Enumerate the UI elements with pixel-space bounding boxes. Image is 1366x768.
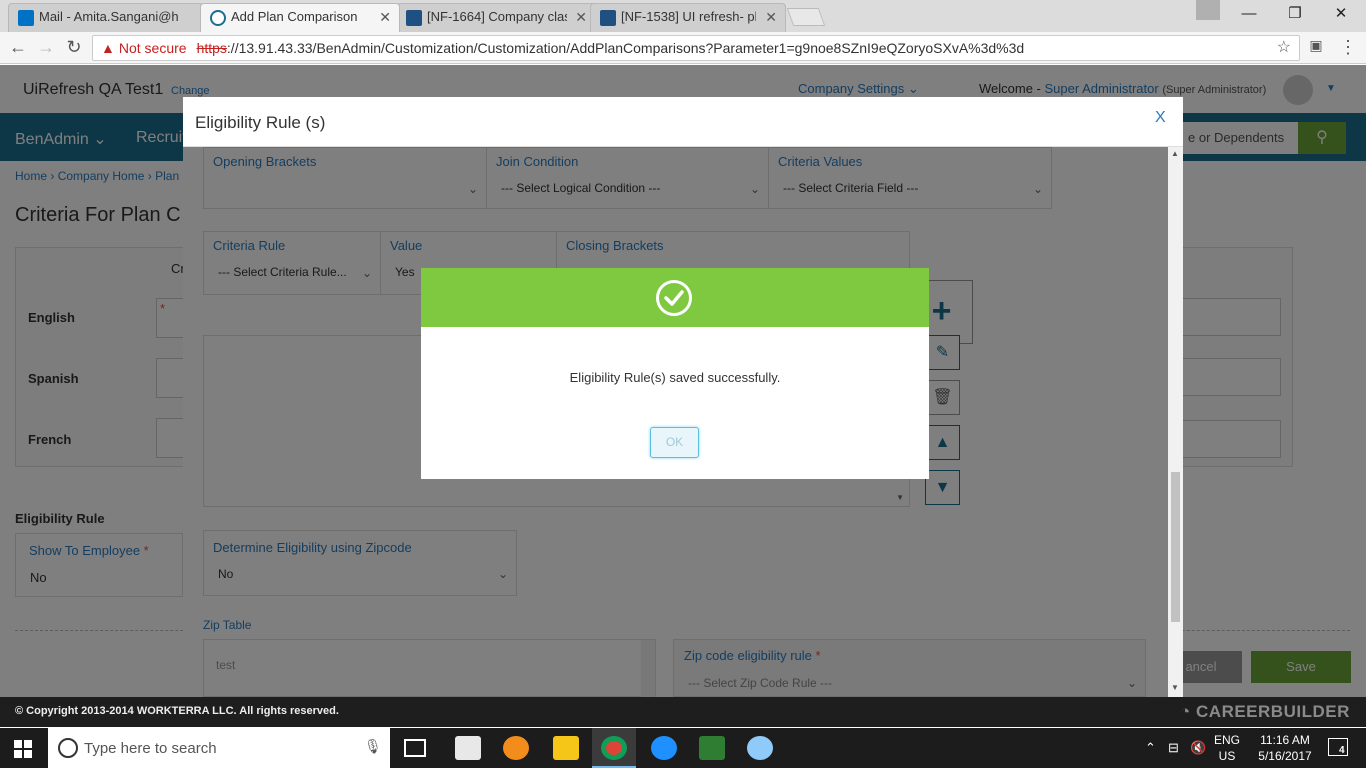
page-icon: [210, 10, 226, 26]
close-tab-icon[interactable]: ✕: [765, 9, 777, 26]
scrollbar-thumb[interactable]: [1171, 472, 1180, 622]
url-text: ://13.91.43.33/BenAdmin/Customization/Cu…: [226, 40, 1025, 56]
taskbar-search-placeholder: Type here to search: [84, 740, 217, 757]
menu-icon[interactable]: ⋮: [1338, 37, 1358, 58]
clock-date: 5/16/2017: [1258, 749, 1312, 763]
success-message: Eligibility Rule(s) saved successfully.: [569, 370, 781, 385]
scroll-down-icon[interactable]: ▼: [1171, 683, 1179, 692]
warning-icon: ▲: [101, 40, 115, 56]
tab-label: [NF-1538] UI refresh- pla: [621, 9, 756, 24]
windows-start-icon[interactable]: [14, 740, 32, 758]
internet-explorer-icon[interactable]: [651, 736, 677, 760]
forward-icon[interactable]: →: [36, 37, 56, 58]
input-language[interactable]: ENG US: [1214, 732, 1240, 764]
footer: © Copyright 2013-2014 WORKTERRA LLC. All…: [0, 697, 1366, 727]
browser-tab-strip: Mail - Amita.Sangani@ha Add Plan Compari…: [0, 0, 1366, 32]
extension-icon[interactable]: ▣: [1306, 37, 1326, 54]
modal-close-button[interactable]: X: [1155, 109, 1166, 127]
region-code: US: [1218, 749, 1236, 763]
address-bar: ← → ↻ ▲ Not secure https://13.91.43.33/Ben…: [0, 32, 1366, 64]
back-icon[interactable]: ←: [8, 37, 28, 58]
minimize-icon[interactable]: —: [1226, 0, 1272, 28]
ok-button[interactable]: OK: [650, 427, 699, 458]
clock-time: 11:16 AM: [1260, 733, 1310, 747]
windows-taskbar: Type here to search 🎙 ⌃ ⊟ 🔇 ENG US 11:16…: [0, 728, 1366, 768]
file-explorer-icon[interactable]: [553, 736, 579, 760]
chrome-icon[interactable]: [601, 736, 627, 760]
system-clock[interactable]: 11:16 AM 5/16/2017: [1250, 732, 1320, 764]
network-icon[interactable]: ⊟: [1168, 740, 1179, 756]
close-tab-icon[interactable]: ✕: [379, 9, 391, 26]
careerbuilder-logo: ◔ CAREERBUILDER: [1180, 702, 1350, 722]
new-tab-button[interactable]: [786, 8, 826, 26]
url-input[interactable]: ▲ Not secure https://13.91.43.33/BenAdmin/…: [92, 35, 1300, 61]
excel-icon[interactable]: [699, 736, 725, 760]
browser-tab-nf-1538[interactable]: [NF-1538] UI refresh- pla ✕: [590, 3, 786, 32]
cortana-icon: [58, 738, 78, 758]
show-hidden-icons-icon[interactable]: ⌃: [1145, 740, 1156, 756]
url-scheme: https: [196, 40, 227, 56]
logo-mark-icon: ◔: [1180, 702, 1191, 721]
success-dialog: Eligibility Rule(s) saved successfully. …: [421, 268, 929, 479]
language-code: ENG: [1214, 733, 1241, 747]
scroll-up-icon[interactable]: ▲: [1171, 149, 1179, 158]
task-view-icon[interactable]: [404, 739, 426, 757]
outlook-icon: [18, 10, 34, 26]
copyright-text: © Copyright 2013-2014 WORKTERRA LLC. All…: [15, 705, 339, 717]
tab-label: Mail - Amita.Sangani@ha: [39, 9, 179, 24]
close-window-icon[interactable]: ✕: [1318, 0, 1364, 28]
jira-icon: [406, 10, 422, 26]
restore-icon[interactable]: ❐: [1272, 0, 1318, 28]
success-header: [421, 268, 929, 327]
browser-tab-mail[interactable]: Mail - Amita.Sangani@ha: [8, 3, 204, 32]
tab-label: [NF-1664] Company clas: [427, 9, 567, 24]
taskbar-search-input[interactable]: Type here to search 🎙: [48, 728, 390, 768]
paint-icon[interactable]: [747, 736, 773, 760]
jira-icon: [600, 10, 616, 26]
tab-label: Add Plan Comparison: [231, 9, 358, 24]
bookmark-star-icon[interactable]: ☆: [1277, 36, 1291, 60]
modal-title: Eligibility Rule (s): [195, 113, 326, 132]
notification-count: 4: [1339, 745, 1345, 756]
app-flame-icon[interactable]: [503, 736, 529, 760]
brand-name: CAREERBUILDER: [1196, 702, 1350, 721]
reload-icon[interactable]: ↻: [64, 37, 84, 58]
check-circle-icon: [656, 280, 692, 316]
modal-header: Eligibility Rule (s) X: [183, 97, 1183, 147]
volume-muted-icon[interactable]: 🔇: [1190, 740, 1206, 756]
browser-tab-nf-1664[interactable]: [NF-1664] Company clas ✕: [396, 3, 596, 32]
profile-icon[interactable]: [1196, 0, 1220, 20]
store-icon[interactable]: [455, 736, 481, 760]
browser-tab-add-plan-comparison[interactable]: Add Plan Comparison ✕: [200, 3, 400, 32]
action-center-icon[interactable]: 4: [1328, 738, 1348, 756]
microphone-icon[interactable]: 🎙: [364, 738, 382, 755]
security-indicator[interactable]: Not secure: [119, 40, 187, 56]
close-tab-icon[interactable]: ✕: [575, 9, 587, 26]
modal-scrollbar[interactable]: ▲ ▼: [1168, 147, 1183, 697]
